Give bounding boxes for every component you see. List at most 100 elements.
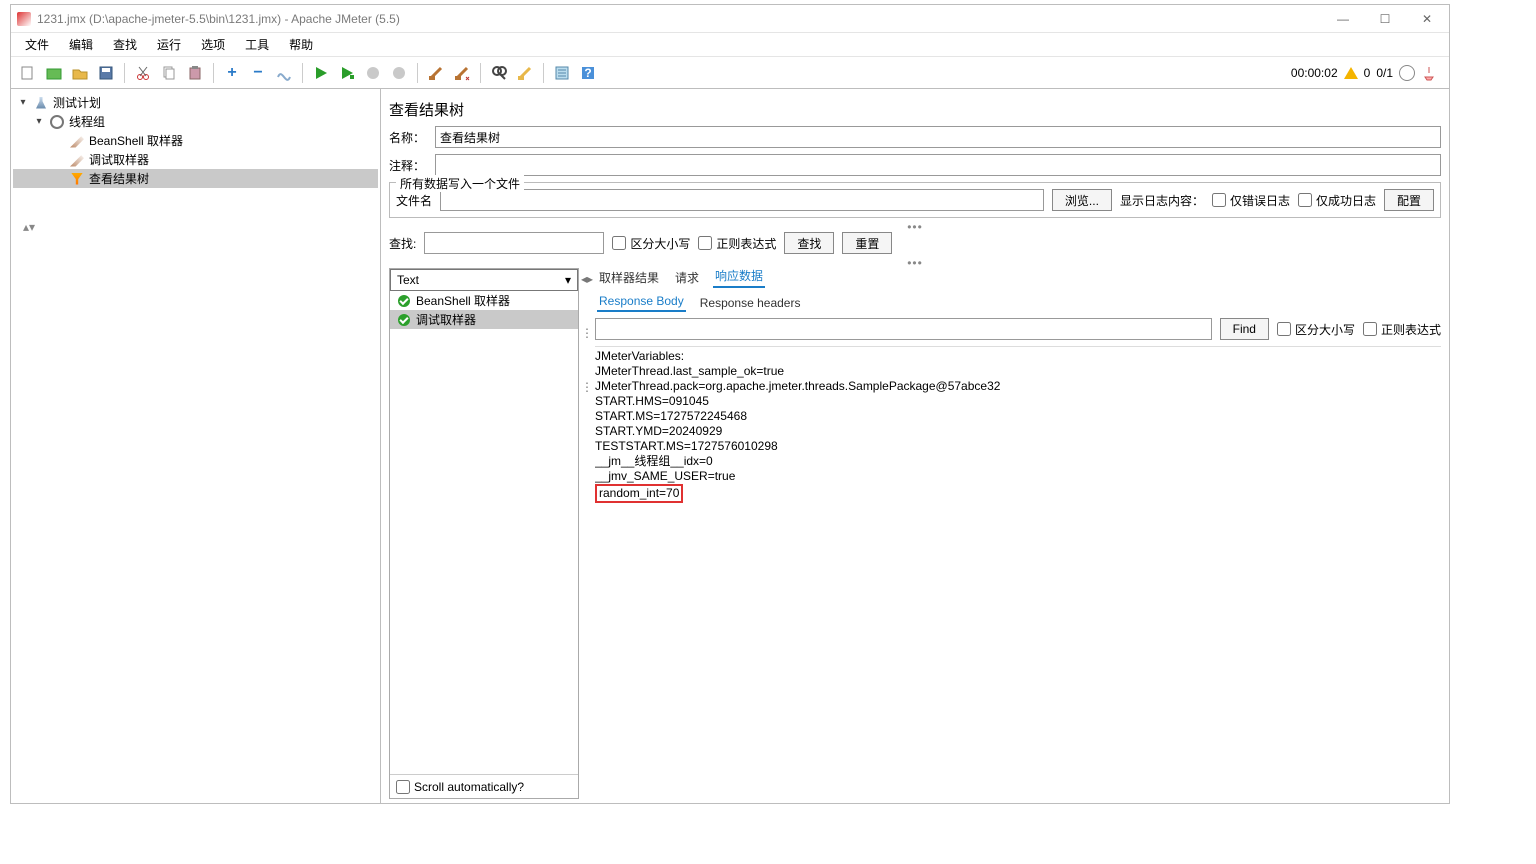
- svg-text:?: ?: [584, 66, 591, 80]
- file-fieldset: 所有数据写入一个文件 文件名 浏览... 显示日志内容： 仅错误日志 仅成功日志…: [389, 182, 1441, 218]
- cut-icon[interactable]: [132, 62, 154, 84]
- response-tabs: 取样器结果 请求 响应数据: [595, 268, 1441, 288]
- test-plan-tree[interactable]: ▾ 测试计划 ▾ 线程组 BeanShell 取样器 调试取样器 查看结果树: [11, 89, 381, 803]
- response-find-button[interactable]: Find: [1220, 318, 1269, 340]
- response-case-checkbox[interactable]: 区分大小写: [1277, 321, 1355, 338]
- tree-results-label: 查看结果树: [89, 170, 149, 187]
- menu-search[interactable]: 查找: [109, 34, 141, 55]
- comment-input[interactable]: [435, 154, 1441, 176]
- response-subtabs: Response Body Response headers: [595, 290, 1441, 312]
- scroll-auto-checkbox[interactable]: Scroll automatically?: [396, 780, 524, 794]
- results-area: Text ▾ BeanShell 取样器 调试取样器: [389, 268, 1441, 799]
- pipette-icon: [69, 152, 85, 168]
- sample-row[interactable]: 调试取样器: [390, 310, 578, 329]
- shutdown-icon[interactable]: [388, 62, 410, 84]
- response-body[interactable]: JMeterVariables: JMeterThread.last_sampl…: [595, 346, 1441, 799]
- success-only-checkbox[interactable]: 仅成功日志: [1298, 192, 1376, 209]
- gear-icon: [49, 114, 65, 130]
- globe-icon[interactable]: [1399, 65, 1415, 81]
- browse-button[interactable]: 浏览...: [1052, 189, 1112, 211]
- tree-threadgroup[interactable]: ▾ 线程组: [13, 112, 378, 131]
- window-controls: — ☐ ✕: [1331, 9, 1443, 29]
- showlog-label: 显示日志内容：: [1120, 192, 1204, 209]
- tab-response-data[interactable]: 响应数据: [713, 268, 765, 288]
- warning-icon[interactable]: [1344, 67, 1358, 79]
- tree-beanshell[interactable]: BeanShell 取样器: [13, 131, 378, 150]
- menu-run[interactable]: 运行: [153, 34, 185, 55]
- main-body: ▾ 测试计划 ▾ 线程组 BeanShell 取样器 调试取样器 查看结果树: [11, 89, 1449, 803]
- menu-edit[interactable]: 编辑: [65, 34, 97, 55]
- subtab-body[interactable]: Response Body: [597, 292, 686, 312]
- menu-file[interactable]: 文件: [21, 34, 53, 55]
- comment-label: 注释：: [389, 157, 427, 174]
- configure-button[interactable]: 配置: [1384, 189, 1434, 211]
- stop-icon[interactable]: [362, 62, 384, 84]
- splitter[interactable]: •••: [389, 258, 1441, 268]
- start-notimers-icon[interactable]: [336, 62, 358, 84]
- search-icon[interactable]: [488, 62, 510, 84]
- sample-column: Text ▾ BeanShell 取样器 调试取样器: [389, 268, 579, 799]
- thread-count: 0/1: [1376, 66, 1393, 80]
- name-input[interactable]: [435, 126, 1441, 148]
- fieldset-legend: 所有数据写入一个文件: [396, 175, 524, 192]
- flask-icon: [33, 95, 49, 111]
- copy-icon[interactable]: [158, 62, 180, 84]
- tree-debug[interactable]: 调试取样器: [13, 150, 378, 169]
- save-icon[interactable]: [95, 62, 117, 84]
- jmeter-window: 1231.jmx (D:\apache-jmeter-5.5\bin\1231.…: [10, 4, 1450, 804]
- splitter[interactable]: ▴▾•••: [389, 222, 1441, 232]
- response-column: 取样器结果 请求 响应数据 Response Body Response hea…: [595, 268, 1441, 799]
- tree-find-label: 查找:: [389, 235, 416, 252]
- pipette-icon: [69, 133, 85, 149]
- tree-reset-button[interactable]: 重置: [842, 232, 892, 254]
- tab-sampler-result[interactable]: 取样器结果: [597, 268, 661, 288]
- panel-title: 查看结果树: [389, 95, 1441, 126]
- templates-icon[interactable]: [43, 62, 65, 84]
- tree-root-label: 测试计划: [53, 94, 101, 111]
- reset-search-icon[interactable]: [514, 62, 536, 84]
- tree-root[interactable]: ▾ 测试计划: [13, 93, 378, 112]
- close-button[interactable]: ✕: [1415, 9, 1439, 29]
- warning-count: 0: [1364, 66, 1371, 80]
- renderer-dropdown[interactable]: Text ▾: [390, 269, 578, 291]
- expand-icon[interactable]: +: [221, 62, 243, 84]
- tab-request[interactable]: 请求: [673, 268, 701, 288]
- minimize-button[interactable]: —: [1331, 9, 1355, 29]
- broom-icon[interactable]: [1421, 65, 1437, 81]
- toggle-icon[interactable]: ▾: [17, 97, 29, 108]
- success-icon: [398, 314, 410, 326]
- subtab-headers[interactable]: Response headers: [698, 294, 803, 312]
- start-icon[interactable]: [310, 62, 332, 84]
- collapse-icon[interactable]: −: [247, 62, 269, 84]
- maximize-button[interactable]: ☐: [1373, 9, 1397, 29]
- response-find-input[interactable]: [595, 318, 1212, 340]
- tree-threadgroup-label: 线程组: [69, 113, 105, 130]
- tree-find-button[interactable]: 查找: [784, 232, 834, 254]
- function-helper-icon[interactable]: [551, 62, 573, 84]
- response-regex-checkbox[interactable]: 正则表达式: [1363, 321, 1441, 338]
- toggle-icon[interactable]: ▾: [33, 116, 45, 127]
- menu-tools[interactable]: 工具: [241, 34, 273, 55]
- clear-all-icon[interactable]: [451, 62, 473, 84]
- sample-row[interactable]: BeanShell 取样器: [390, 291, 578, 310]
- open-icon[interactable]: [69, 62, 91, 84]
- new-icon[interactable]: [17, 62, 39, 84]
- menubar: 文件 编辑 查找 运行 选项 工具 帮助: [11, 33, 1449, 57]
- window-title: 1231.jmx (D:\apache-jmeter-5.5\bin\1231.…: [37, 12, 1331, 26]
- help-icon[interactable]: ?: [577, 62, 599, 84]
- tree-find-input[interactable]: [424, 232, 604, 254]
- tree-results[interactable]: 查看结果树: [13, 169, 378, 188]
- name-label: 名称：: [389, 129, 427, 146]
- regex-checkbox[interactable]: 正则表达式: [698, 235, 776, 252]
- chevron-down-icon: ▾: [565, 273, 571, 287]
- paste-icon[interactable]: [184, 62, 206, 84]
- sample-list[interactable]: BeanShell 取样器 调试取样器: [390, 291, 578, 774]
- filename-input[interactable]: [440, 189, 1044, 211]
- toggle-icon[interactable]: [273, 62, 295, 84]
- case-sensitive-checkbox[interactable]: 区分大小写: [612, 235, 690, 252]
- errors-only-checkbox[interactable]: 仅错误日志: [1212, 192, 1290, 209]
- clear-icon[interactable]: [425, 62, 447, 84]
- menu-help[interactable]: 帮助: [285, 34, 317, 55]
- menu-options[interactable]: 选项: [197, 34, 229, 55]
- vertical-gripper[interactable]: ◂▸⋮⋮: [583, 268, 591, 799]
